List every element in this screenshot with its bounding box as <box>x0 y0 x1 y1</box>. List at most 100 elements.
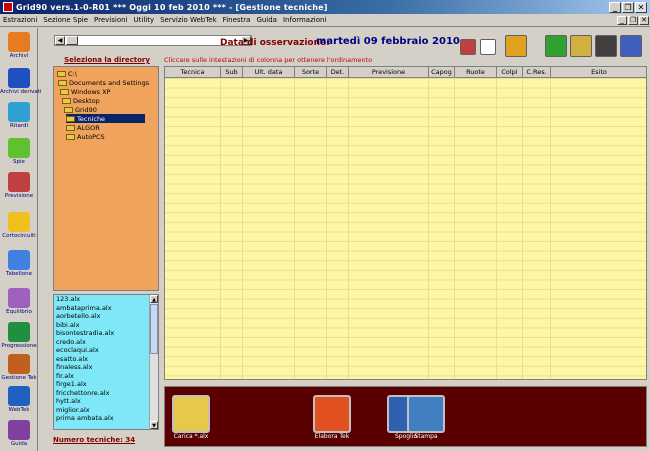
column-header-sorte[interactable]: Sorte <box>295 67 327 78</box>
column-header-ult-data[interactable]: Ult. data <box>243 67 295 78</box>
record-icon <box>313 395 351 433</box>
sidebar-button-tabellone[interactable]: Tabellone <box>0 250 38 277</box>
scroll-thumb[interactable] <box>66 36 78 45</box>
menu-sezione-spie[interactable]: Sezione Spie <box>40 16 91 24</box>
column-header-tecnica[interactable]: Tecnica <box>165 67 221 78</box>
column-header-capog[interactable]: Capog <box>429 67 455 78</box>
file-list-item[interactable]: esatto.alx <box>54 355 158 364</box>
bucket-icon[interactable] <box>505 35 527 57</box>
directory-item-label: Desktop <box>73 96 100 105</box>
sidebar-button-progressione[interactable]: Progressione <box>0 322 38 349</box>
sidebar-button-archivi[interactable]: Archivi <box>0 32 38 59</box>
file-list[interactable]: 123.alx ambataprima.alx aorbetello.alx bibi… <box>53 294 159 430</box>
scroll-left-arrow[interactable]: ◀ <box>55 36 65 45</box>
column-header-esito[interactable]: Esito <box>551 67 646 78</box>
file-list-item[interactable]: bibi.alx <box>54 321 158 330</box>
sidebar-button-equilibrio[interactable]: Equilibrio <box>0 288 38 315</box>
column-header-ruote[interactable]: Ruote <box>455 67 497 78</box>
file-list-item[interactable]: bisontestradia.alx <box>54 329 158 338</box>
directory-item[interactable]: Tecniche <box>66 114 146 123</box>
scroll-down-arrow[interactable]: ▼ <box>150 421 158 429</box>
file-list-item[interactable]: fir.alx <box>54 372 158 381</box>
file-list-item[interactable]: miglior.alx <box>54 406 158 415</box>
sidebar-button-previsione[interactable]: Previsione <box>0 172 38 199</box>
file-list-item[interactable]: finaless.alx <box>54 363 158 372</box>
directory-tree[interactable]: C:\ Documents and Settings Windows XP Deskt… <box>53 66 159 291</box>
menu-previsioni[interactable]: Previsioni <box>91 16 130 24</box>
tools-icon <box>8 354 30 374</box>
column-header-previsione[interactable]: Previsione <box>349 67 429 78</box>
sidebar-button-label: Progressione <box>1 343 37 349</box>
folder-icon <box>66 124 75 131</box>
sidebar-button-guida[interactable]: Guida <box>0 420 38 447</box>
save-disk-icon[interactable] <box>595 35 617 57</box>
menu-finestra[interactable]: Finestra <box>220 16 254 24</box>
file-list-item[interactable]: 123.alx <box>54 295 158 304</box>
file-list-item[interactable]: aorbetello.alx <box>54 312 158 321</box>
menu-informazioni[interactable]: Informazioni <box>280 16 329 24</box>
menu-servizio-webtek[interactable]: Servizio WebTek <box>157 16 220 24</box>
checkbox-icon[interactable] <box>480 39 496 55</box>
sidebar-button-spie[interactable]: Spie <box>0 138 38 165</box>
file-scroll-thumb[interactable] <box>150 304 158 354</box>
grid-column-divider <box>550 78 551 379</box>
add-icon[interactable] <box>545 35 567 57</box>
grid-body[interactable] <box>165 78 646 379</box>
directory-item[interactable]: Windows XP <box>60 87 110 96</box>
sidebar-button-archivi-derivati[interactable]: Archivi derivati <box>0 68 41 95</box>
file-list-item[interactable]: firge1.alx <box>54 380 158 389</box>
mdi-restore-button[interactable]: ❐ <box>628 15 638 25</box>
restore-button[interactable]: ❐ <box>622 1 634 13</box>
sidebar-button-gestione-tek[interactable]: Gestione Tek <box>0 354 38 381</box>
grid-column-divider <box>326 78 327 379</box>
sidebar-button-cortocircuiti[interactable]: Cortocircuiti <box>0 212 38 239</box>
file-list-item[interactable]: prima ambata.alx <box>54 414 158 423</box>
file-list-item[interactable]: ambataprima.alx <box>54 304 158 313</box>
column-header-colpi[interactable]: Colpi <box>497 67 523 78</box>
elabora-tek-button[interactable]: Elabora Tek <box>310 395 354 440</box>
directory-item-label: AutoPCS <box>77 132 105 141</box>
column-header-c-res[interactable]: C.Res. <box>523 67 551 78</box>
tecniche-grid[interactable]: Tecnica Sub Ult. data Sorte Det. Previsione Ca… <box>164 66 647 380</box>
directory-item[interactable]: Desktop <box>62 96 100 105</box>
file-list-item[interactable]: credo.alx <box>54 338 158 347</box>
menu-guida[interactable]: Guida <box>253 16 280 24</box>
file-list-item[interactable]: ecoclaqui.alx <box>54 346 158 355</box>
directory-item-label: Windows XP <box>71 87 111 96</box>
folder-icon <box>66 115 75 122</box>
pencil-tool-icon[interactable] <box>570 35 592 57</box>
file-list-item[interactable]: fricchettonre.alx <box>54 389 158 398</box>
directory-item[interactable]: AutoPCS <box>66 132 105 141</box>
scroll-up-arrow[interactable]: ▲ <box>150 295 158 303</box>
sidebar-button-label: Previsione <box>4 193 34 199</box>
action-button-label: Carica *.alx <box>173 433 209 440</box>
mdi-close-button[interactable]: ✕ <box>639 15 649 25</box>
no-entry-icon[interactable] <box>460 39 476 55</box>
directory-item[interactable]: ALGOR <box>66 123 100 132</box>
directory-item-label: Grid90 <box>75 105 97 114</box>
tick-pencil-icon[interactable] <box>620 35 642 57</box>
column-header-det[interactable]: Det. <box>327 67 349 78</box>
grid-column-divider <box>496 78 497 379</box>
mdi-minimize-button[interactable]: _ <box>617 15 627 25</box>
directory-item[interactable]: C:\ <box>57 69 77 78</box>
stampa-button[interactable]: Stampa <box>404 395 448 440</box>
menu-utility[interactable]: Utility <box>131 16 158 24</box>
scales-icon <box>8 288 30 308</box>
directory-item-label: ALGOR <box>77 123 100 132</box>
directory-item[interactable]: Grid90 <box>64 105 97 114</box>
directory-item[interactable]: Documents and Settings <box>58 78 149 87</box>
carica-alx-button[interactable]: Carica *.alx <box>169 395 213 440</box>
minimize-button[interactable]: _ <box>609 1 621 13</box>
column-header-sub[interactable]: Sub <box>221 67 243 78</box>
file-list-scrollbar[interactable]: ▲ ▼ <box>149 295 158 429</box>
menu-estrazioni[interactable]: Estrazioni <box>0 16 40 24</box>
sidebar-button-ritardi[interactable]: Ritardi <box>0 102 38 129</box>
edit-window-icon <box>8 68 30 88</box>
sidebar-button-webtek[interactable]: WebTek <box>0 386 38 413</box>
binoculars-icon <box>8 138 30 158</box>
directory-item-label: Documents and Settings <box>69 78 150 87</box>
sidebar-button-label: Spie <box>13 159 25 165</box>
close-button[interactable]: ✕ <box>635 1 647 13</box>
file-list-item[interactable]: hytt.alx <box>54 397 158 406</box>
